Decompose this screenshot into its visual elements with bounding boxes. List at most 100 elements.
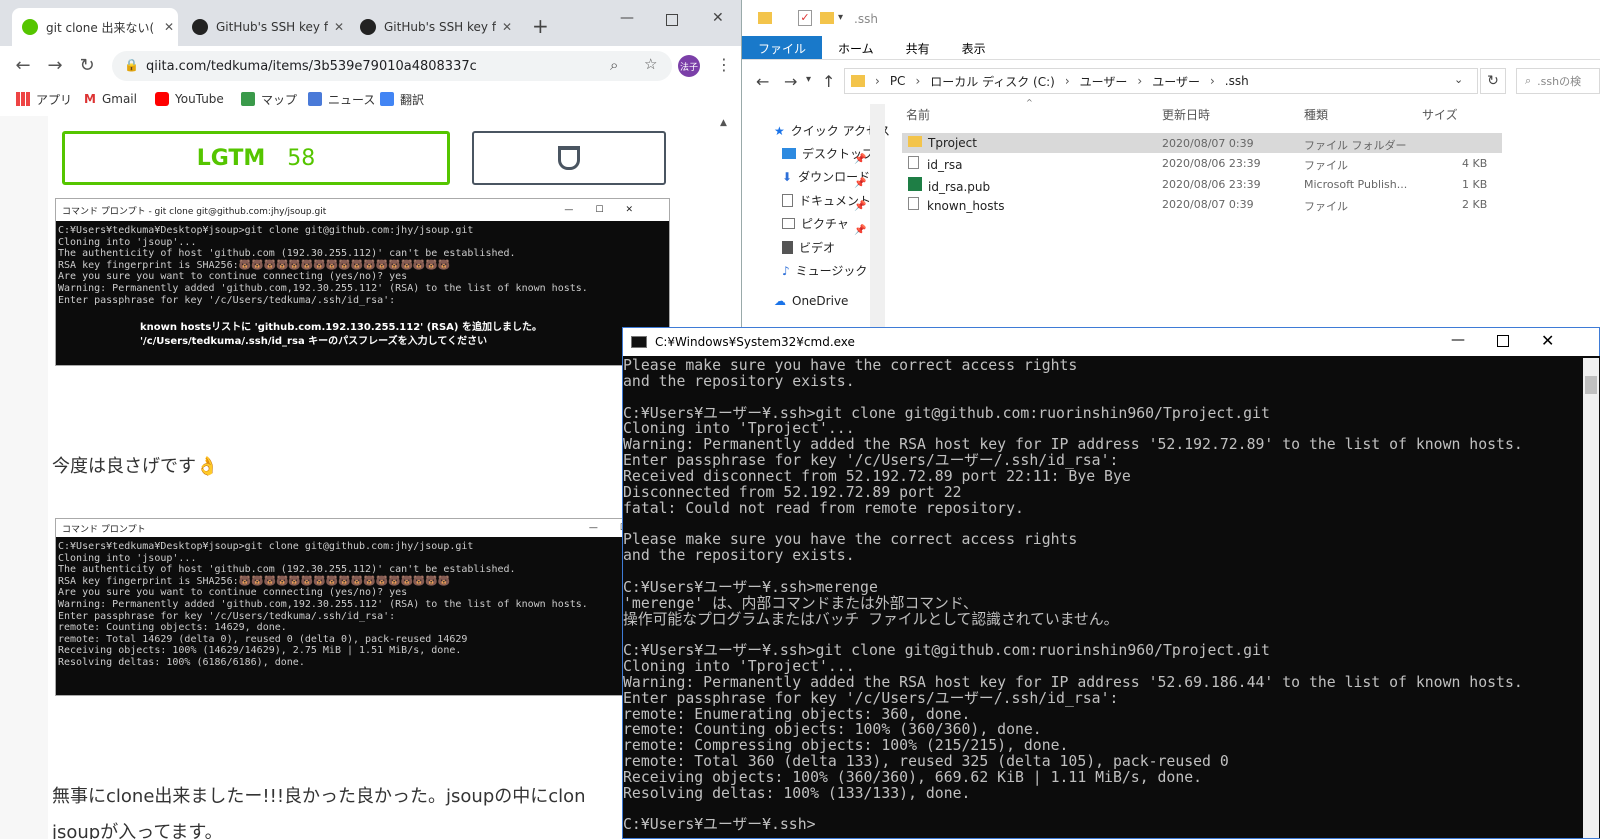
breadcrumb-item[interactable]: ローカル ディスク (C:) xyxy=(930,73,1055,90)
address-breadcrumb[interactable]: › PC › ローカル ディスク (C:) › ユーザー › ユーザー › .ssh xyxy=(844,68,1478,94)
sort-indicator-icon: ^ xyxy=(1026,98,1033,107)
file-name: id_rsa.pub xyxy=(928,180,991,194)
term-line: The authenticity of host 'github.com (19… xyxy=(58,248,516,260)
tab-qiita[interactable]: git clone 出来ない( / ✕ xyxy=(12,8,178,46)
nav-videos[interactable]: ビデオ xyxy=(782,239,835,256)
cmd-line: Received disconnect from 52.192.72.89 po… xyxy=(623,467,1131,485)
cmd-line: Warning: Permanently added the RSA host … xyxy=(623,436,1523,454)
zoom-icon[interactable]: ⌕ xyxy=(610,56,618,74)
term-line: RSA key fingerprint is SHA256:🐻🐻🐻🐻🐻🐻🐻🐻🐻🐻… xyxy=(58,259,451,271)
tab-label: GitHub's SSH key fi xyxy=(384,20,496,34)
back-icon[interactable]: ← xyxy=(12,55,34,76)
tab-github-1[interactable]: GitHub's SSH key fi ✕ xyxy=(182,8,348,46)
term-line: remote: Total 14629 (delta 0), reused 0 … xyxy=(58,633,468,645)
tab-label: git clone 出来ない( / xyxy=(46,20,158,35)
tab-github-2[interactable]: GitHub's SSH key fi ✕ xyxy=(350,8,516,46)
new-folder-icon[interactable] xyxy=(820,12,834,24)
cmd-line: Cloning into 'Tproject'... xyxy=(623,420,855,438)
qat-dropdown-icon[interactable]: ▾ xyxy=(838,12,843,23)
article-screenshot-2: コマンド プロンプト —☐ C:¥Users¥tedkuma¥Desktop¥js… xyxy=(55,518,655,696)
new-tab-button[interactable]: + xyxy=(532,14,549,38)
column-type[interactable]: 種類 xyxy=(1304,106,1328,123)
nav-onedrive[interactable]: ☁ OneDrive xyxy=(774,294,848,308)
ribbon-tab-view[interactable]: 表示 xyxy=(946,36,1002,59)
file-row-known-hosts[interactable]: known_hosts xyxy=(908,197,1004,213)
ribbon-tab-share[interactable]: 共有 xyxy=(890,36,946,59)
star-icon[interactable]: ☆ xyxy=(644,55,657,73)
close-window-icon[interactable]: ✕ xyxy=(1541,331,1554,350)
breadcrumb-dropdown-icon[interactable]: ⌄ xyxy=(1454,73,1463,86)
nav-pictures[interactable]: ピクチャ xyxy=(782,215,849,232)
reload-icon[interactable]: ↻ xyxy=(76,55,98,76)
cloud-icon: ☁ xyxy=(774,294,786,308)
video-icon xyxy=(782,241,793,254)
nav-scrollbar[interactable] xyxy=(870,104,885,330)
cmd-line: remote: Compressing objects: 100% (215/2… xyxy=(623,737,1069,755)
term-line: Enter passphrase for key '/c/Users/tedku… xyxy=(58,610,396,622)
scrollbar-thumb[interactable] xyxy=(1585,376,1597,394)
term-line: RSA key fingerprint is SHA256:🐻🐻🐻🐻🐻🐻🐻🐻🐻🐻… xyxy=(58,575,451,587)
file-row-id-rsa-pub[interactable]: id_rsa.pub xyxy=(908,177,990,194)
ribbon-tab-file[interactable]: ファイル xyxy=(742,36,823,59)
close-tab-icon[interactable]: ✕ xyxy=(334,20,344,34)
refresh-icon[interactable]: ↻ xyxy=(1480,68,1506,94)
maximize-icon[interactable] xyxy=(1497,335,1509,347)
article-text-1: 今度は良さげです👌 xyxy=(52,456,219,477)
file-type: ファイル フォルダー xyxy=(1304,139,1407,152)
breadcrumb-item[interactable]: ユーザー xyxy=(1152,73,1200,90)
file-icon xyxy=(908,156,919,169)
file-date: 2020/08/06 23:39 xyxy=(1162,178,1261,191)
bookmark-label: マップ xyxy=(261,92,298,107)
menu-icon[interactable]: ⋮ xyxy=(716,55,732,74)
cmd-line: 'merenge' は、内部コマンドまたは外部コマンド、 xyxy=(623,594,978,612)
cmd-output[interactable]: Please make sure you have the correct ac… xyxy=(623,356,1600,838)
file-name: id_rsa xyxy=(927,158,963,172)
bookmark-translate[interactable]: 翻訳 xyxy=(380,89,424,109)
avatar[interactable]: 法子 xyxy=(678,55,700,77)
column-name[interactable]: 名前 xyxy=(906,106,930,123)
breadcrumb-item[interactable]: PC xyxy=(890,74,906,88)
cmd-line: Resolving deltas: 100% (133/133), done. xyxy=(623,784,971,802)
close-tab-icon[interactable]: ✕ xyxy=(502,20,512,34)
bookmark-youtube[interactable]: YouTube xyxy=(155,89,224,109)
cmd-title: C:¥Windows¥System32¥cmd.exe xyxy=(655,335,855,349)
cmd-scrollbar[interactable] xyxy=(1583,358,1599,838)
cmd-line: and the repository exists. xyxy=(623,547,855,565)
bookmark-gmail[interactable]: M Gmail xyxy=(84,89,137,109)
url-text: qiita.com/tedkuma/items/3b539e79010a4808… xyxy=(146,58,477,74)
back-icon[interactable]: ← xyxy=(756,72,769,91)
lgtm-button[interactable]: LGTM 58 xyxy=(62,131,450,185)
file-row-id-rsa[interactable]: id_rsa xyxy=(908,156,963,172)
ribbon-tab-home[interactable]: ホーム xyxy=(822,36,890,59)
bookmark-apps[interactable]: アプリ xyxy=(16,89,72,109)
bookmark-maps[interactable]: マップ xyxy=(241,89,297,109)
close-window-icon[interactable]: ✕ xyxy=(712,10,724,26)
file-row-tproject[interactable]: Tproject xyxy=(908,136,977,150)
stock-button[interactable] xyxy=(472,131,666,185)
bookmark-news[interactable]: ニュース xyxy=(308,89,375,109)
breadcrumb-item[interactable]: ユーザー xyxy=(1080,73,1128,90)
scroll-up-icon[interactable]: ▲ xyxy=(720,118,727,128)
forward-icon[interactable]: → xyxy=(44,55,66,76)
screenshot-titlebar: コマンド プロンプト - git clone git@github.com:jh… xyxy=(56,199,669,221)
minimize-icon[interactable]: — xyxy=(1451,332,1465,348)
up-icon[interactable]: ↑ xyxy=(822,72,835,91)
cmd-line: C:¥Users¥ユーザー¥.ssh>merenge xyxy=(623,578,878,596)
term-line: Are you sure you want to continue connec… xyxy=(58,587,408,599)
column-date[interactable]: 更新日時 xyxy=(1162,106,1210,123)
nav-music[interactable]: ♪ ミュージック xyxy=(782,262,867,279)
forward-icon[interactable]: → xyxy=(784,72,797,91)
github-favicon-icon xyxy=(192,19,208,35)
search-box[interactable]: ⌕ .sshの検 xyxy=(1516,68,1600,94)
column-size[interactable]: サイズ xyxy=(1422,106,1458,123)
breadcrumb-item[interactable]: .ssh xyxy=(1225,74,1249,88)
recent-dropdown-icon[interactable]: ▾ xyxy=(806,74,811,85)
maximize-icon[interactable] xyxy=(666,14,678,26)
address-bar[interactable]: 🔒 qiita.com/tedkuma/items/3b539e79010a48… xyxy=(112,51,672,81)
close-tab-icon[interactable]: ✕ xyxy=(164,20,174,34)
publisher-file-icon xyxy=(908,177,922,191)
lgtm-label: LGTM xyxy=(196,145,266,171)
article-text-2: 無事にclone出来ましたー!!!良かった良かった。jsoupの中にclon xyxy=(52,786,586,807)
properties-icon[interactable]: ✓ xyxy=(798,10,812,26)
minimize-icon[interactable]: — xyxy=(620,10,634,26)
